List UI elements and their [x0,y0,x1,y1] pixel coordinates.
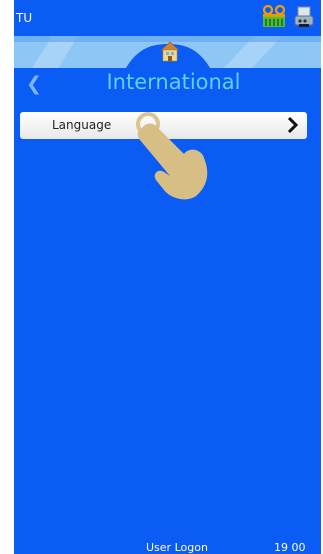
clock-time: 19 00 [274,541,306,554]
home-icon[interactable] [160,41,180,62]
menu-item-label: Language [52,118,112,132]
status-bar: TU [14,0,321,36]
device-screen: TU ❮ International Language User Logon 1… [14,0,321,554]
user-logon-label[interactable]: User Logon [146,541,208,554]
page-title: International [106,70,241,94]
ribbon-cassette-icon[interactable] [262,5,286,27]
status-text: TU [16,11,33,25]
chevron-right-icon [287,117,299,133]
printer-icon[interactable] [293,6,315,28]
pointing-hand-icon [136,112,208,200]
